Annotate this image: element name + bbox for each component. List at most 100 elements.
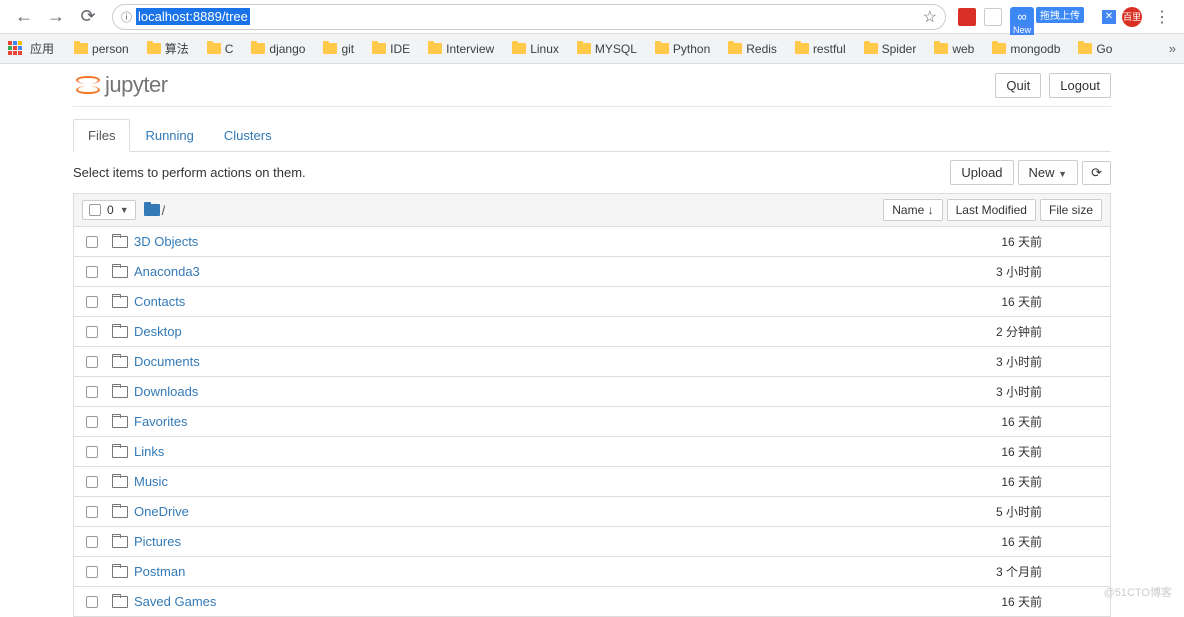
folder-icon xyxy=(112,236,128,248)
new-dropdown[interactable]: New ▼ xyxy=(1018,160,1079,185)
apps-label[interactable]: 应用 xyxy=(30,40,54,57)
bookmark-item[interactable]: Spider xyxy=(858,38,923,59)
jupyter-header: jupyter Quit Logout xyxy=(73,64,1111,107)
tab-files[interactable]: Files xyxy=(73,119,130,152)
bookmarks-overflow[interactable]: » xyxy=(1169,41,1176,56)
bookmark-item[interactable]: C xyxy=(201,38,240,59)
bookmark-item[interactable]: restful xyxy=(789,38,852,59)
folder-icon[interactable] xyxy=(144,204,160,216)
apps-icon[interactable] xyxy=(8,41,24,57)
row-checkbox[interactable] xyxy=(86,506,98,518)
folder-icon xyxy=(112,266,128,278)
watermark: @51CTO博客 xyxy=(1104,584,1172,600)
select-all-checkbox[interactable] xyxy=(89,204,101,216)
bookmark-item[interactable]: 算法 xyxy=(141,38,195,59)
sort-name-button[interactable]: Name ↓ xyxy=(883,199,942,221)
tab-clusters[interactable]: Clusters xyxy=(209,119,287,152)
bookmark-item[interactable]: Python xyxy=(649,38,716,59)
tab-running[interactable]: Running xyxy=(130,119,208,152)
bookmark-item[interactable]: Linux xyxy=(506,38,565,59)
folder-icon xyxy=(112,476,128,488)
file-row: Desktop2 分钟前 xyxy=(73,317,1111,347)
last-modified: 16 天前 xyxy=(932,473,1042,490)
bookmark-item[interactable]: MYSQL xyxy=(571,38,643,59)
row-checkbox[interactable] xyxy=(86,476,98,488)
upload-button[interactable]: Upload xyxy=(950,160,1013,185)
bookmark-item[interactable]: mongodb xyxy=(986,38,1066,59)
row-checkbox[interactable] xyxy=(86,386,98,398)
bookmark-item[interactable]: web xyxy=(928,38,980,59)
file-link[interactable]: Contacts xyxy=(134,294,185,309)
close-icon[interactable]: ✕ xyxy=(1102,10,1116,24)
baidu-upload-widget[interactable]: ∞ 拖拽上传 New xyxy=(1010,7,1034,27)
bookmark-star-icon[interactable]: ☆ xyxy=(923,7,937,27)
file-link[interactable]: 3D Objects xyxy=(134,234,198,249)
folder-icon xyxy=(795,43,809,54)
folder-icon xyxy=(728,43,742,54)
site-info-icon[interactable]: ⓘ xyxy=(121,9,132,25)
select-all-dropdown[interactable]: 0 ▼ xyxy=(82,200,136,220)
row-checkbox[interactable] xyxy=(86,446,98,458)
baidu-icon[interactable]: 百里 xyxy=(1122,7,1142,27)
tabs: Files Running Clusters xyxy=(73,119,1111,152)
folder-icon xyxy=(207,43,221,54)
file-link[interactable]: Favorites xyxy=(134,414,187,429)
last-modified: 16 天前 xyxy=(932,443,1042,460)
bookmark-item[interactable]: git xyxy=(317,38,360,59)
file-link[interactable]: Music xyxy=(134,474,168,489)
chevron-down-icon: ▼ xyxy=(1058,169,1067,179)
last-modified: 3 小时前 xyxy=(932,353,1042,370)
address-bar[interactable]: ⓘ localhost:8889/tree ☆ xyxy=(112,4,946,30)
back-button[interactable]: ← xyxy=(12,5,36,29)
file-link[interactable]: Saved Games xyxy=(134,594,216,609)
bookmark-item[interactable]: Interview xyxy=(422,38,500,59)
sort-size-button[interactable]: File size xyxy=(1040,199,1102,221)
row-checkbox[interactable] xyxy=(86,536,98,548)
row-checkbox[interactable] xyxy=(86,266,98,278)
browser-menu-icon[interactable]: ⋮ xyxy=(1154,7,1170,27)
bookmark-item[interactable]: person xyxy=(68,38,135,59)
folder-icon xyxy=(864,43,878,54)
file-link[interactable]: Postman xyxy=(134,564,185,579)
file-link[interactable]: OneDrive xyxy=(134,504,189,519)
quit-button[interactable]: Quit xyxy=(995,73,1041,98)
bookmark-item[interactable]: Redis xyxy=(722,38,783,59)
chevron-down-icon: ▼ xyxy=(120,205,129,215)
file-link[interactable]: Pictures xyxy=(134,534,181,549)
folder-icon xyxy=(251,43,265,54)
bookmark-item[interactable]: IDE xyxy=(366,38,416,59)
folder-icon xyxy=(112,356,128,368)
last-modified: 16 天前 xyxy=(932,413,1042,430)
row-checkbox[interactable] xyxy=(86,356,98,368)
file-link[interactable]: Downloads xyxy=(134,384,198,399)
breadcrumb-root[interactable]: / xyxy=(162,203,166,218)
row-checkbox[interactable] xyxy=(86,296,98,308)
row-checkbox[interactable] xyxy=(86,236,98,248)
file-link[interactable]: Anaconda3 xyxy=(134,264,200,279)
extension-icon[interactable] xyxy=(958,8,976,26)
refresh-button[interactable]: ⟳ xyxy=(1082,161,1111,185)
folder-icon xyxy=(112,326,128,338)
folder-icon xyxy=(992,43,1006,54)
file-row: Postman3 个月前 xyxy=(73,557,1111,587)
file-link[interactable]: Desktop xyxy=(134,324,182,339)
folder-icon xyxy=(428,43,442,54)
folder-icon xyxy=(74,43,88,54)
file-row: Links 16 天前 xyxy=(73,437,1111,467)
reload-button[interactable]: ⟳ xyxy=(76,5,100,29)
row-checkbox[interactable] xyxy=(86,326,98,338)
file-row: 3D Objects16 天前 xyxy=(73,227,1111,257)
folder-icon xyxy=(372,43,386,54)
file-link[interactable]: Documents xyxy=(134,354,200,369)
forward-button[interactable]: → xyxy=(44,5,68,29)
row-checkbox[interactable] xyxy=(86,416,98,428)
bookmark-item[interactable]: Go xyxy=(1072,38,1118,59)
row-checkbox[interactable] xyxy=(86,566,98,578)
sort-modified-button[interactable]: Last Modified xyxy=(947,199,1036,221)
extension-icon[interactable] xyxy=(984,8,1002,26)
bookmark-item[interactable]: django xyxy=(245,38,311,59)
file-link[interactable]: Links xyxy=(134,444,164,459)
logout-button[interactable]: Logout xyxy=(1049,73,1111,98)
last-modified: 16 天前 xyxy=(932,533,1042,550)
jupyter-logo[interactable]: jupyter xyxy=(73,72,168,98)
